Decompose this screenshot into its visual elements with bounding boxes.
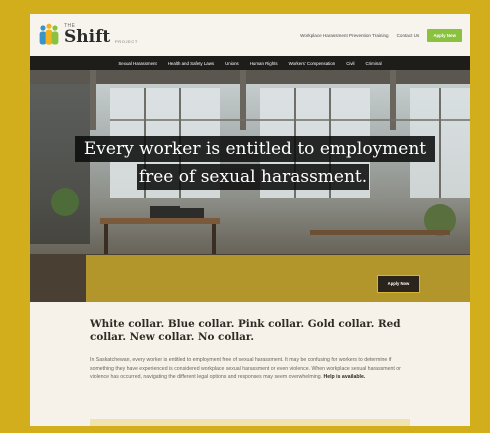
intro-section: White collar. Blue collar. Pink collar. … bbox=[30, 302, 470, 426]
apply-now-button[interactable]: Apply Now bbox=[427, 28, 462, 42]
training-link[interactable]: Workplace Harassment Prevention Training bbox=[300, 33, 389, 38]
nav-item-unions[interactable]: Unions bbox=[225, 61, 239, 66]
hero-headline-text-2: free of sexual harassment. bbox=[138, 167, 368, 187]
hero-apply-now-button[interactable]: Apply Now bbox=[377, 275, 420, 293]
site-header: THE Shift PROJECT Workplace Harassment P… bbox=[30, 14, 470, 56]
logo-wordmark: Shift bbox=[64, 27, 111, 47]
outer-frame: THE Shift PROJECT Workplace Harassment P… bbox=[0, 0, 490, 433]
help-available-text: Help is available. bbox=[323, 374, 366, 381]
intro-paragraph: In Saskatchewan, every worker is entitle… bbox=[90, 356, 410, 382]
hero-headline-text-1: Every worker is entitled to employment bbox=[83, 139, 427, 159]
top-nav: Workplace Harassment Prevention Training… bbox=[300, 28, 462, 42]
main-nav: Sexual Harassment Health and Safety Laws… bbox=[30, 56, 470, 70]
nav-item-sexual-harassment[interactable]: Sexual Harassment bbox=[118, 61, 156, 66]
nav-item-civil[interactable]: Civil bbox=[346, 61, 354, 66]
intro-heading: White collar. Blue collar. Pink collar. … bbox=[90, 318, 401, 343]
site-logo[interactable]: THE Shift PROJECT bbox=[38, 21, 158, 49]
webpage: THE Shift PROJECT Workplace Harassment P… bbox=[30, 14, 470, 426]
bottom-yellow-strip bbox=[90, 419, 410, 426]
hero-headline-line1: Every worker is entitled to employment bbox=[75, 136, 435, 162]
people-logo-icon bbox=[39, 23, 59, 45]
nav-item-health-safety[interactable]: Health and Safety Laws bbox=[168, 61, 214, 66]
logo-project-text: PROJECT bbox=[115, 39, 138, 44]
nav-item-criminal[interactable]: Criminal bbox=[366, 61, 382, 66]
nav-item-human-rights[interactable]: Human Rights bbox=[250, 61, 278, 66]
nav-item-workers-compensation[interactable]: Workers' Compensation bbox=[289, 61, 336, 66]
hero-headline-line2: free of sexual harassment. bbox=[137, 164, 369, 190]
contact-link[interactable]: Contact Us bbox=[397, 33, 420, 38]
hero-section: Every worker is entitled to employment f… bbox=[30, 70, 470, 302]
